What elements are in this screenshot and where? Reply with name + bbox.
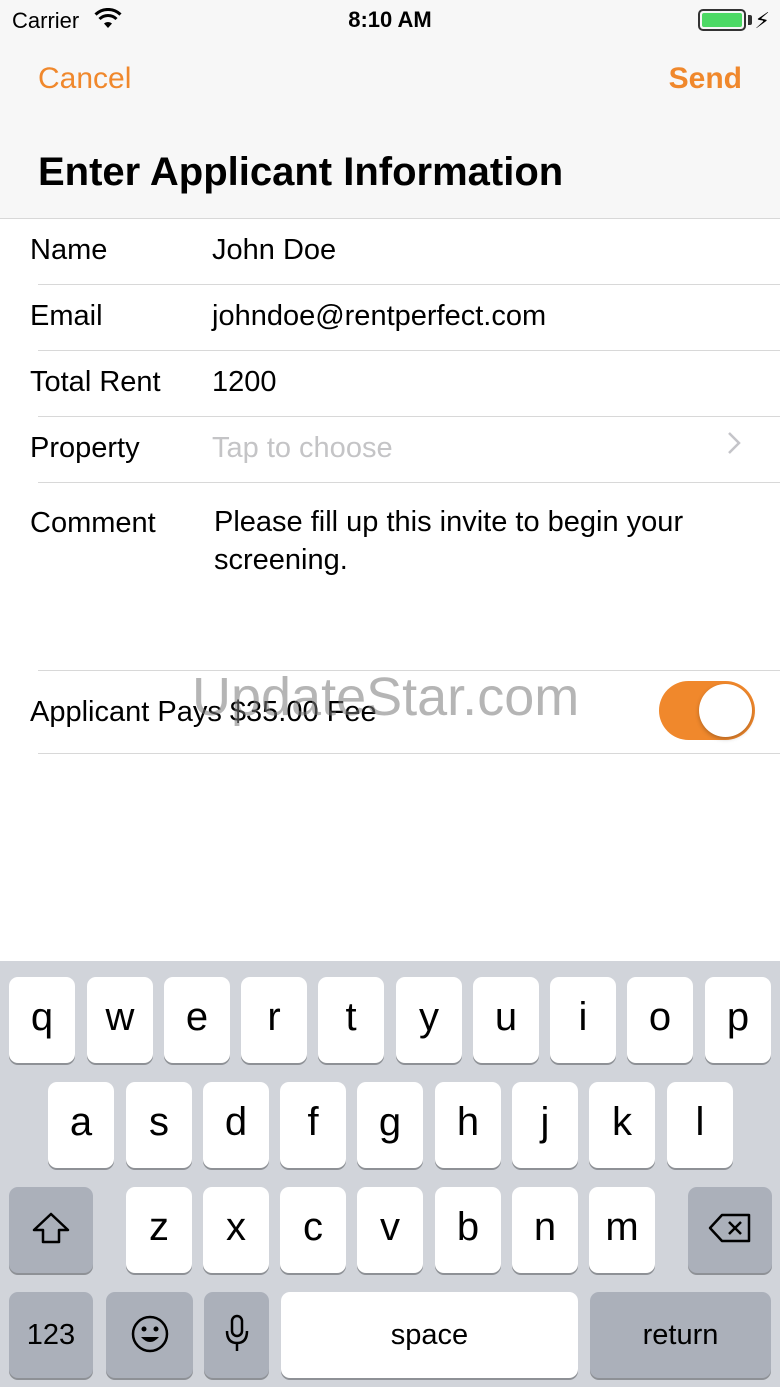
divider xyxy=(38,416,780,417)
divider xyxy=(38,482,780,483)
key-h[interactable]: h xyxy=(435,1082,501,1168)
key-u[interactable]: u xyxy=(473,977,539,1063)
keyboard: q w e r t y u i o p a s d f g h j k l z … xyxy=(0,961,780,1387)
key-v[interactable]: v xyxy=(357,1187,423,1273)
key-j[interactable]: j xyxy=(512,1082,578,1168)
toggle-knob xyxy=(699,684,752,737)
key-o[interactable]: o xyxy=(627,977,693,1063)
email-field[interactable]: johndoe@rentperfect.com xyxy=(212,300,546,333)
total-rent-field[interactable]: 1200 xyxy=(212,366,277,399)
shift-icon xyxy=(31,1210,71,1254)
divider xyxy=(38,284,780,285)
charging-icon: ⚡ xyxy=(754,8,770,33)
name-field[interactable]: John Doe xyxy=(212,234,336,267)
key-r[interactable]: r xyxy=(241,977,307,1063)
property-label: Property xyxy=(30,432,140,464)
battery-tip xyxy=(748,15,752,25)
comment-textarea[interactable]: Please fill up this invite to begin your… xyxy=(214,503,754,579)
key-s[interactable]: s xyxy=(126,1082,192,1168)
key-q[interactable]: q xyxy=(9,977,75,1063)
dictation-key[interactable] xyxy=(204,1292,269,1378)
key-a[interactable]: a xyxy=(48,1082,114,1168)
email-label: Email xyxy=(30,300,103,332)
applicant-pays-toggle[interactable] xyxy=(659,681,755,740)
key-y[interactable]: y xyxy=(396,977,462,1063)
shift-key[interactable] xyxy=(9,1187,93,1273)
total-rent-label: Total Rent xyxy=(30,366,161,398)
clock: 8:10 AM xyxy=(348,7,432,32)
key-x[interactable]: x xyxy=(203,1187,269,1273)
watermark: UpdateStar.com xyxy=(192,667,580,727)
name-label: Name xyxy=(30,234,108,266)
navigation-header: Carrier 8:10 AM ⚡ Cancel Send Enter Appl… xyxy=(0,0,780,219)
key-w[interactable]: w xyxy=(87,977,153,1063)
space-key[interactable]: space xyxy=(281,1292,578,1378)
key-b[interactable]: b xyxy=(435,1187,501,1273)
key-k[interactable]: k xyxy=(589,1082,655,1168)
microphone-icon xyxy=(224,1314,250,1363)
key-z[interactable]: z xyxy=(126,1187,192,1273)
backspace-icon xyxy=(708,1208,752,1252)
key-g[interactable]: g xyxy=(357,1082,423,1168)
comment-label: Comment xyxy=(30,507,156,539)
key-i[interactable]: i xyxy=(550,977,616,1063)
key-n[interactable]: n xyxy=(512,1187,578,1273)
status-bar: Carrier 8:10 AM ⚡ xyxy=(0,0,780,40)
divider xyxy=(38,753,780,754)
key-f[interactable]: f xyxy=(280,1082,346,1168)
battery-icon xyxy=(698,9,746,31)
emoji-icon xyxy=(130,1315,170,1363)
key-m[interactable]: m xyxy=(589,1187,655,1273)
key-e[interactable]: e xyxy=(164,977,230,1063)
send-button[interactable]: Send xyxy=(669,62,742,96)
cancel-button[interactable]: Cancel xyxy=(38,62,131,96)
return-key[interactable]: return xyxy=(590,1292,771,1378)
key-t[interactable]: t xyxy=(318,977,384,1063)
property-picker[interactable]: Tap to choose xyxy=(212,432,393,465)
key-l[interactable]: l xyxy=(667,1082,733,1168)
chevron-right-icon xyxy=(726,428,742,465)
numbers-key[interactable]: 123 xyxy=(9,1292,93,1378)
key-c[interactable]: c xyxy=(280,1187,346,1273)
key-d[interactable]: d xyxy=(203,1082,269,1168)
page-title: Enter Applicant Information xyxy=(38,150,564,194)
divider xyxy=(38,350,780,351)
emoji-key[interactable] xyxy=(106,1292,193,1378)
backspace-key[interactable] xyxy=(688,1187,772,1273)
key-p[interactable]: p xyxy=(705,977,771,1063)
